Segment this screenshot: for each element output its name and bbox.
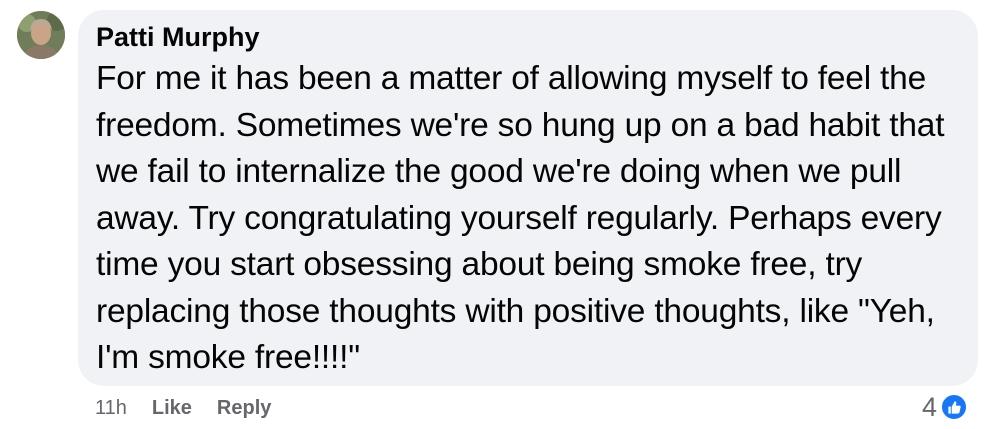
comment-actions: 11h Like Reply: [95, 392, 271, 424]
reply-button[interactable]: Reply: [217, 397, 271, 420]
timestamp[interactable]: 11h: [95, 397, 127, 420]
reaction-count: 4: [922, 391, 938, 422]
comment-text: For me it has been a matter of allowing …: [96, 60, 945, 376]
comment: Patti Murphy For me it has been a matter…: [0, 0, 1000, 429]
reaction-summary[interactable]: 4: [922, 390, 969, 424]
thumbs-up-icon: [940, 393, 969, 421]
like-button[interactable]: Like: [152, 397, 192, 420]
author-name[interactable]: Patti Murphy: [96, 20, 960, 54]
avatar[interactable]: [17, 11, 65, 59]
comment-bubble: Patti Murphy For me it has been a matter…: [78, 10, 978, 386]
